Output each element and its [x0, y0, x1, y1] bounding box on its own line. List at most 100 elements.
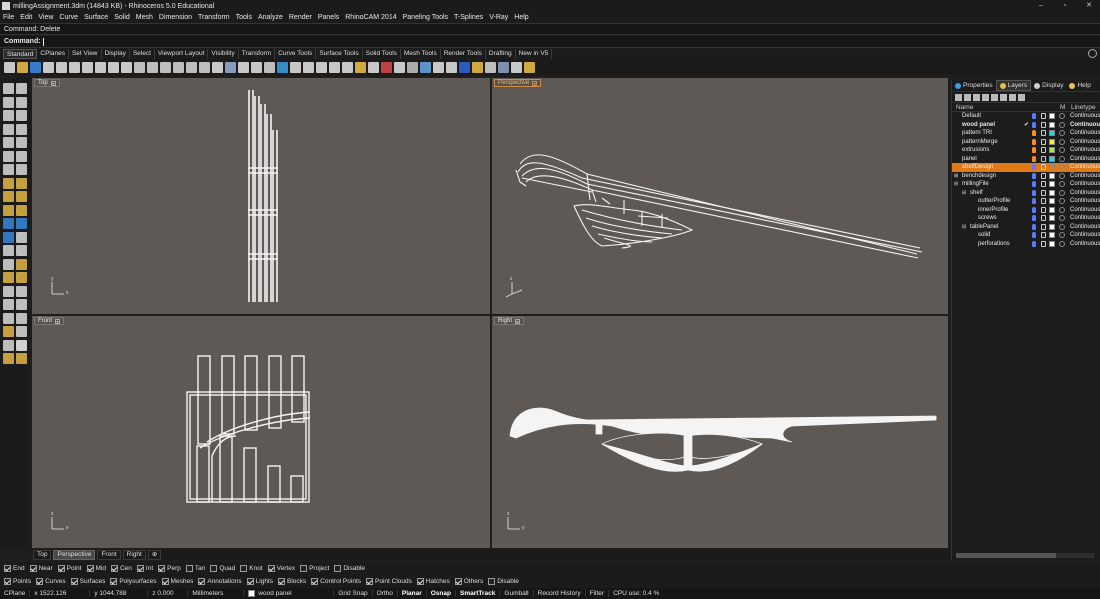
osnap-lights[interactable]: Lights [246, 578, 273, 585]
menu-item-mesh[interactable]: Mesh [136, 14, 153, 21]
viewport-tab-perspective[interactable]: Perspective [53, 549, 96, 560]
tab-new-in-v5[interactable]: New in V5 [516, 49, 553, 59]
line-icon[interactable] [3, 110, 14, 121]
viewport-top[interactable]: Top ▾ y x [32, 78, 490, 314]
checkbox[interactable] [267, 565, 275, 572]
lock-icon[interactable] [1041, 121, 1046, 128]
checkbox[interactable] [136, 565, 144, 572]
material-icon[interactable] [1059, 215, 1065, 221]
layer-row[interactable]: shelfDesign Continuous [952, 163, 1100, 172]
material-icon[interactable] [1059, 147, 1065, 153]
grid-icon[interactable] [251, 61, 262, 73]
material-icon[interactable] [1059, 232, 1065, 238]
tab-surface-tools[interactable]: Surface Tools [316, 49, 363, 59]
undo-icon[interactable] [108, 61, 119, 73]
osnap-point-clouds[interactable]: Point Clouds [366, 578, 412, 585]
viewport-tab-front[interactable]: Front [97, 549, 121, 560]
material-icon[interactable] [1059, 223, 1065, 230]
array-icon[interactable] [3, 299, 14, 310]
layer-row[interactable]: screws Continuous [952, 214, 1100, 223]
menu-item-tools[interactable]: Tools [236, 14, 252, 21]
layer-color-swatch[interactable] [1049, 215, 1055, 221]
paste-icon[interactable] [95, 61, 106, 73]
checkbox[interactable] [29, 565, 37, 572]
paneling-icon[interactable] [485, 61, 496, 73]
curve-icon[interactable] [16, 110, 27, 121]
lightbulb-icon[interactable] [1032, 113, 1036, 119]
select-window-icon[interactable] [212, 61, 223, 73]
panel-tab-layers[interactable]: Layers [995, 80, 1032, 91]
checkbox[interactable] [488, 578, 496, 585]
current-layer[interactable]: wood panel [244, 590, 335, 597]
filter-icon[interactable] [1000, 93, 1007, 101]
menu-item-dimension[interactable]: Dimension [159, 14, 192, 21]
layer-row[interactable]: innerProfile Continuous [952, 206, 1100, 215]
menu-item-paneling-tools[interactable]: Paneling Tools [403, 14, 448, 21]
new-file-icon[interactable] [4, 61, 15, 73]
circle-icon[interactable] [3, 123, 14, 135]
lightbulb-icon[interactable] [1032, 164, 1036, 170]
redo-icon[interactable] [121, 61, 132, 73]
layer-color-swatch[interactable] [1049, 232, 1055, 238]
new-sublayer-icon[interactable] [964, 93, 971, 101]
lock-icon[interactable] [1041, 164, 1046, 170]
analyze-icon[interactable] [420, 61, 431, 73]
checkbox[interactable] [36, 578, 44, 585]
menu-item-view[interactable]: View [38, 14, 53, 21]
properties-icon[interactable] [238, 61, 249, 73]
menu-item-transform[interactable]: Transform [198, 14, 230, 21]
lightbulb-icon[interactable] [1032, 223, 1036, 230]
layer-row[interactable]: patternMerge Continuous [952, 138, 1100, 147]
material-icon[interactable] [1059, 189, 1065, 196]
osnap-surfaces[interactable]: Surfaces [70, 578, 105, 585]
minimize-button[interactable]: – [1030, 0, 1052, 12]
copy-icon[interactable] [82, 61, 93, 73]
material-icon[interactable] [355, 61, 366, 73]
filter-toggle[interactable]: Filter [586, 590, 610, 597]
hatch-icon[interactable] [16, 326, 27, 337]
lightbulb-icon[interactable] [1032, 198, 1036, 204]
checkbox[interactable] [334, 565, 342, 572]
lightbulb-icon[interactable] [1032, 181, 1036, 187]
layer-color-swatch[interactable] [1049, 189, 1055, 196]
column-name[interactable]: Name [956, 104, 973, 111]
record-history-toggle[interactable]: Record History [534, 590, 586, 597]
add-viewport-tab-button[interactable]: ⊕ [147, 549, 162, 560]
planar-toggle[interactable]: Planar [398, 590, 427, 597]
osnap-vertex[interactable]: Vertex [267, 565, 295, 572]
smarttrack-toggle[interactable]: SmartTrack [456, 590, 501, 597]
material-icon[interactable] [1059, 121, 1065, 128]
move-icon[interactable] [16, 258, 27, 270]
osnap-mid[interactable]: Mid [86, 565, 106, 572]
expand-toggle-icon[interactable]: ⊟ [962, 223, 966, 232]
fillet-icon[interactable] [3, 164, 14, 175]
ortho-toggle[interactable]: Ortho [373, 590, 398, 597]
hide-icon[interactable] [277, 61, 288, 73]
osnap-knot[interactable]: Knot [240, 565, 263, 572]
osnap-control-points[interactable]: Control Points [311, 578, 361, 585]
osnap-perp[interactable]: Perp [158, 565, 181, 572]
trim-icon[interactable] [16, 231, 27, 243]
menu-item-surface[interactable]: Surface [84, 14, 108, 21]
delete-layer-icon[interactable] [973, 93, 980, 101]
help-icon[interactable] [433, 61, 444, 73]
cplane-label[interactable]: CPlane [0, 590, 31, 597]
properties-panel-icon[interactable] [472, 61, 483, 73]
sphere-icon[interactable] [16, 204, 27, 216]
osnap-points[interactable]: Points [4, 578, 31, 585]
osnap-annotations[interactable]: Annotations [198, 578, 242, 585]
render-icon[interactable] [342, 61, 353, 73]
checkbox[interactable] [240, 565, 248, 572]
move-down-icon[interactable] [991, 93, 998, 101]
boolean-icon[interactable] [16, 218, 27, 229]
offset-icon[interactable] [16, 164, 27, 175]
layer-color-swatch[interactable] [1049, 113, 1055, 119]
menu-item-file[interactable]: File [3, 14, 14, 21]
layer-row[interactable]: panel Continuous [952, 155, 1100, 164]
menu-item-t-splines[interactable]: T-Splines [454, 14, 483, 21]
menu-item-analyze[interactable]: Analyze [258, 14, 283, 21]
tab-standard[interactable]: Standard [3, 49, 38, 59]
extrude-icon[interactable] [16, 177, 27, 189]
unlock-icon[interactable] [316, 61, 327, 73]
menu-item-rhinocam-2014[interactable]: RhinoCAM 2014 [345, 14, 396, 21]
